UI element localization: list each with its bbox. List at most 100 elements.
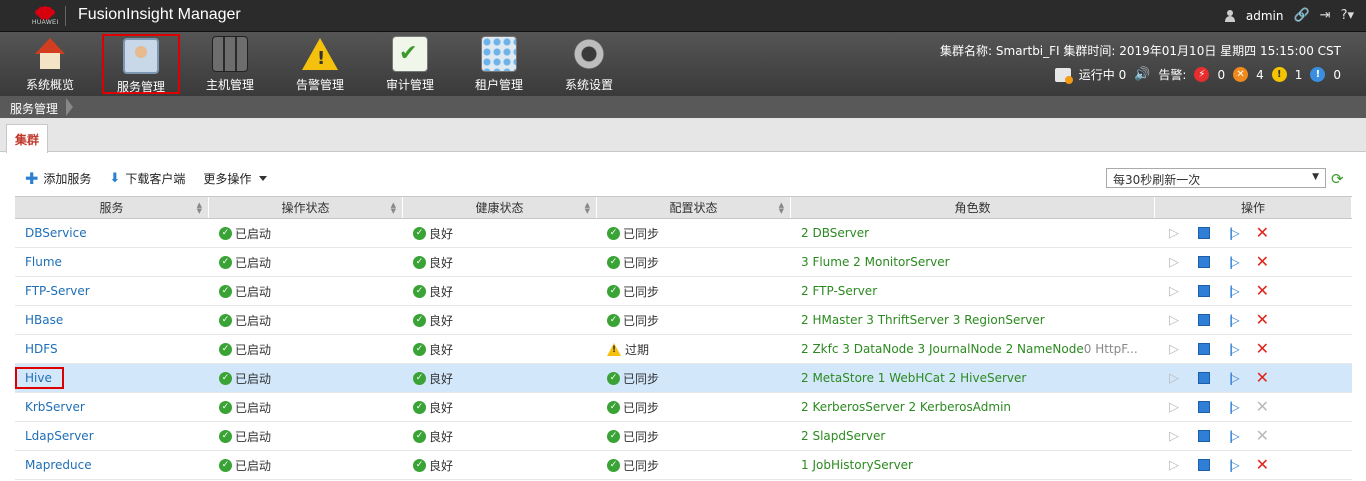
table-row[interactable]: DBService ✓ 已启动 ✓ 良好 ✓ 已同步 2 DBServer ▷ |▷ ✕ [15, 219, 1352, 248]
service-link[interactable]: HDFS [25, 342, 58, 356]
table-row[interactable]: LdapServer ✓ 已启动 ✓ 良好 ✓ 已同步 2 SlapdServer ▷ |▷ ✕ [15, 422, 1352, 451]
running-task-icon[interactable] [1054, 67, 1073, 84]
service-link[interactable]: KrbServer [25, 400, 85, 414]
stop-icon[interactable] [1198, 459, 1210, 471]
stop-icon[interactable] [1198, 401, 1210, 413]
more-actions-menu[interactable]: 更多操作 [203, 170, 268, 187]
table-row[interactable]: HBase ✓ 已启动 ✓ 良好 ✓ 已同步 2 HMaster 3 ThriftServer… [15, 306, 1352, 335]
major-alarm-count[interactable]: 4 [1256, 68, 1264, 82]
nav-system-settings[interactable]: 系统设置 [550, 34, 628, 94]
table-row[interactable]: FTP-Server ✓ 已启动 ✓ 良好 ✓ 已同步 2 FTP-Server ▷ |▷ ✕ [15, 277, 1352, 306]
column-header-health[interactable]: 健康状态 ▲ ▼ [403, 197, 597, 218]
running-count[interactable]: 运行中 0 [1079, 66, 1126, 83]
stop-icon[interactable] [1198, 314, 1210, 326]
restart-icon[interactable]: |▷ [1229, 400, 1239, 414]
critical-alarm-count[interactable]: 0 [1217, 68, 1225, 82]
delete-icon[interactable]: ✕ [1256, 341, 1269, 357]
warning-alarm-count[interactable]: 0 [1333, 68, 1341, 82]
sort-icon[interactable]: ▲ ▼ [779, 202, 784, 215]
table-row[interactable]: KrbServer ✓ 已启动 ✓ 良好 ✓ 已同步 2 KerberosServer 2 K… [15, 393, 1352, 422]
tab-cluster[interactable]: 集群 [6, 124, 48, 153]
roles-text[interactable]: 2 Zkfc 3 DataNode 3 JournalNode 2 NameNo… [801, 342, 1084, 356]
delete-icon[interactable]: ✕ [1256, 370, 1269, 386]
table-row[interactable]: Hive ✓ 已启动 ✓ 良好 ✓ 已同步 2 MetaStore 1 WebHCat 2 H… [15, 364, 1352, 393]
stop-icon[interactable] [1198, 343, 1210, 355]
restart-icon[interactable]: |▷ [1229, 255, 1239, 269]
start-icon[interactable]: ▷ [1169, 458, 1179, 473]
breadcrumb-current[interactable]: 服务管理 [10, 102, 58, 116]
roles-text[interactable]: 2 KerberosServer 2 KerberosAdmin [801, 400, 1011, 414]
start-icon[interactable]: ▷ [1169, 226, 1179, 241]
restart-icon[interactable]: |▷ [1229, 429, 1239, 443]
warning-alarm-icon[interactable]: ! [1310, 67, 1326, 82]
restart-icon[interactable]: |▷ [1229, 226, 1239, 240]
service-link[interactable]: DBService [25, 226, 87, 240]
sort-icon[interactable]: ▲ ▼ [585, 202, 590, 215]
restart-icon[interactable]: |▷ [1229, 313, 1239, 327]
roles-text[interactable]: 2 HMaster 3 ThriftServer 3 RegionServer [801, 313, 1045, 327]
roles-text[interactable]: 3 Flume 2 MonitorServer [801, 255, 950, 269]
restart-icon[interactable]: |▷ [1229, 371, 1239, 385]
minor-alarm-icon[interactable]: ! [1271, 67, 1287, 82]
minor-alarm-count[interactable]: 1 [1295, 68, 1303, 82]
roles-text[interactable]: 2 MetaStore 1 WebHCat 2 HiveServer [801, 371, 1026, 385]
sort-icon[interactable]: ▲ ▼ [197, 202, 202, 215]
restart-icon[interactable]: |▷ [1229, 342, 1239, 356]
help-icon[interactable]: ?▾ [1341, 8, 1354, 23]
service-link[interactable]: HBase [25, 313, 63, 327]
column-header-service[interactable]: 服务 ▲ ▼ [15, 197, 209, 218]
add-service-button[interactable]: ✚ 添加服务 [25, 170, 91, 187]
nav-service-management[interactable]: 服务管理 [102, 34, 180, 94]
logout-icon[interactable]: ⇥ [1320, 8, 1331, 23]
stop-icon[interactable] [1198, 372, 1210, 384]
stop-icon[interactable] [1198, 285, 1210, 297]
nav-host-management[interactable]: 主机管理 [191, 34, 269, 94]
nav-audit-management[interactable]: 审计管理 [371, 34, 449, 94]
service-link[interactable]: Flume [25, 255, 62, 269]
nav-tenant-management[interactable]: 租户管理 [460, 34, 538, 94]
service-link[interactable]: Hive [15, 367, 64, 389]
table-row[interactable]: Flume ✓ 已启动 ✓ 良好 ✓ 已同步 3 Flume 2 MonitorServer ▷… [15, 248, 1352, 277]
roles-text[interactable]: 2 FTP-Server [801, 284, 877, 298]
start-icon[interactable]: ▷ [1169, 284, 1179, 299]
download-client-button[interactable]: ⬇ 下载客户端 [109, 170, 185, 187]
service-link[interactable]: Mapreduce [25, 458, 92, 472]
start-icon[interactable]: ▷ [1169, 313, 1179, 328]
start-icon[interactable]: ▷ [1169, 371, 1179, 386]
restart-icon[interactable]: |▷ [1229, 284, 1239, 298]
refresh-interval-select[interactable]: 每30秒刷新一次 ▼ [1106, 168, 1326, 188]
service-link[interactable]: LdapServer [25, 429, 94, 443]
roles-text[interactable]: 2 DBServer [801, 226, 869, 240]
major-alarm-icon[interactable]: ✕ [1233, 67, 1249, 82]
nav-alarm-management[interactable]: 告警管理 [281, 34, 359, 94]
start-icon[interactable]: ▷ [1169, 400, 1179, 415]
link-icon[interactable]: 🔗 [1293, 8, 1309, 23]
delete-icon[interactable]: ✕ [1256, 457, 1269, 473]
column-header-config[interactable]: 配置状态 ▲ ▼ [597, 197, 791, 218]
critical-alarm-icon[interactable]: ⚡ [1194, 67, 1210, 82]
delete-icon[interactable]: ✕ [1256, 254, 1269, 270]
config-text[interactable]: 过期 [625, 341, 649, 358]
username[interactable]: admin [1246, 9, 1284, 23]
delete-icon[interactable]: ✕ [1256, 283, 1269, 299]
sound-icon[interactable]: 🔊 [1134, 67, 1150, 82]
roles-text[interactable]: 2 SlapdServer [801, 429, 885, 443]
service-link[interactable]: FTP-Server [25, 284, 90, 298]
table-row[interactable]: HDFS✓已启动✓良好过期2 Zkfc 3 DataNode 3 Journal… [15, 335, 1352, 364]
column-header-op-status[interactable]: 操作状态 ▲ ▼ [209, 197, 403, 218]
delete-icon[interactable]: ✕ [1256, 225, 1269, 241]
roles-text[interactable]: 1 JobHistoryServer [801, 458, 913, 472]
start-icon[interactable]: ▷ [1169, 429, 1179, 444]
delete-icon[interactable]: ✕ [1256, 399, 1269, 415]
delete-icon[interactable]: ✕ [1256, 312, 1269, 328]
stop-icon[interactable] [1198, 256, 1210, 268]
start-icon[interactable]: ▷ [1169, 342, 1179, 357]
start-icon[interactable]: ▷ [1169, 255, 1179, 270]
restart-icon[interactable]: |▷ [1229, 458, 1239, 472]
nav-system-overview[interactable]: 系统概览 [11, 34, 89, 94]
stop-icon[interactable] [1198, 430, 1210, 442]
stop-icon[interactable] [1198, 227, 1210, 239]
refresh-icon[interactable]: ⟳ [1331, 170, 1344, 188]
table-row[interactable]: Mapreduce ✓ 已启动 ✓ 良好 ✓ 已同步 1 JobHistoryServer ▷ |… [15, 451, 1352, 480]
delete-icon[interactable]: ✕ [1256, 428, 1269, 444]
